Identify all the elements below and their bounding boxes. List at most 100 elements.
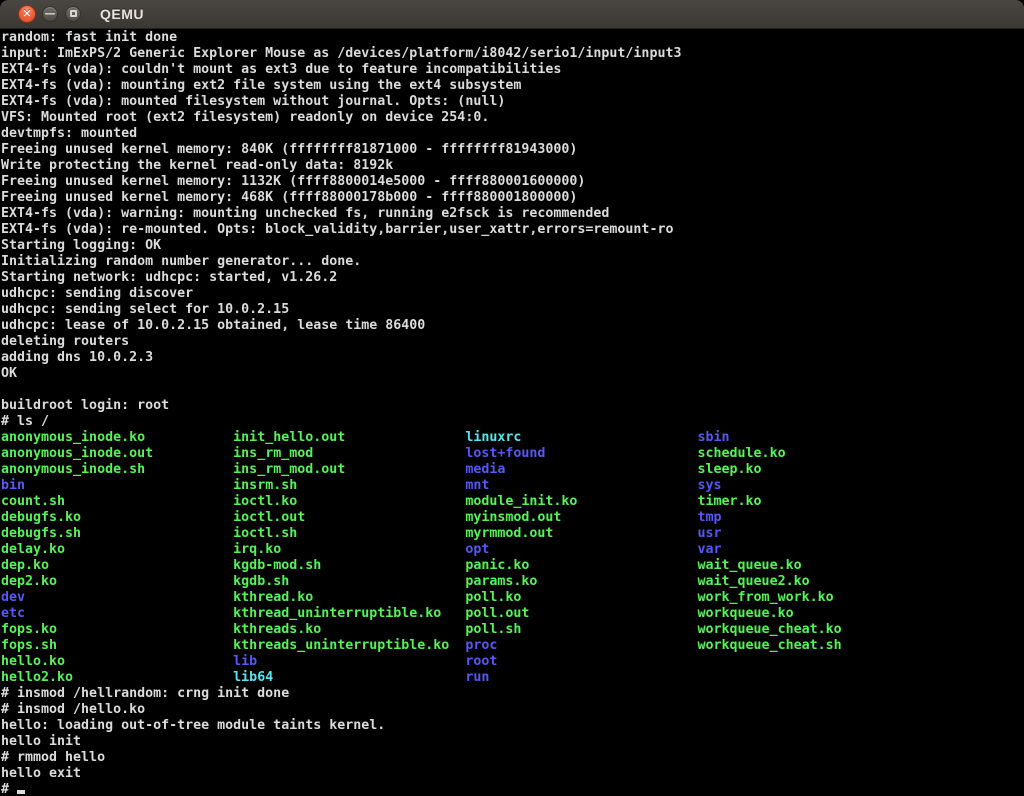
terminal-line: hello.ko lib root bbox=[1, 654, 1024, 670]
file-name: kthread.ko bbox=[233, 590, 465, 605]
file-name: schedule.ko bbox=[698, 446, 786, 461]
terminal-text: Freeing unused kernel memory: 840K (ffff… bbox=[1, 142, 577, 157]
terminal-line: Write protecting the kernel read-only da… bbox=[1, 158, 1024, 174]
file-name: usr bbox=[698, 526, 722, 541]
terminal-line: # ls / bbox=[1, 414, 1024, 430]
terminal-text: input: ImExPS/2 Generic Explorer Mouse a… bbox=[1, 46, 681, 61]
terminal-text: EXT4-fs (vda): re-mounted. Opts: block_v… bbox=[1, 222, 673, 237]
maximize-button[interactable] bbox=[65, 6, 81, 22]
file-name: sys bbox=[698, 478, 722, 493]
terminal-line: Starting network: udhcpc: started, v1.26… bbox=[1, 270, 1024, 286]
close-button[interactable]: ✕ bbox=[18, 5, 36, 23]
terminal-line: hello2.ko lib64 run bbox=[1, 670, 1024, 686]
terminal-line: hello: loading out-of-tree module taints… bbox=[1, 718, 1024, 734]
terminal-line: debugfs.sh ioctl.sh myrmmod.out usr bbox=[1, 526, 1024, 542]
terminal-line: count.sh ioctl.ko module_init.ko timer.k… bbox=[1, 494, 1024, 510]
terminal-line: udhcpc: sending select for 10.0.2.15 bbox=[1, 302, 1024, 318]
file-name: opt bbox=[465, 542, 697, 557]
terminal-text: # ls / bbox=[1, 414, 49, 429]
terminal-line: adding dns 10.0.2.3 bbox=[1, 350, 1024, 366]
file-name: panic.ko bbox=[465, 558, 697, 573]
file-name: kgdb.sh bbox=[233, 574, 465, 589]
terminal-text: udhcpc: sending discover bbox=[1, 286, 193, 301]
terminal-text: random: fast init done bbox=[1, 30, 177, 45]
file-name: anonymous_inode.ko bbox=[1, 430, 233, 445]
file-name: workqueue_cheat.ko bbox=[698, 622, 842, 637]
file-name: lost+found bbox=[465, 446, 697, 461]
file-name: anonymous_inode.sh bbox=[1, 462, 233, 477]
file-name: workqueue_cheat.sh bbox=[698, 638, 842, 653]
file-name: tmp bbox=[698, 510, 722, 525]
file-name: count.sh bbox=[1, 494, 233, 509]
terminal-line: udhcpc: lease of 10.0.2.15 obtained, lea… bbox=[1, 318, 1024, 334]
file-name: irq.ko bbox=[233, 542, 465, 557]
file-name: var bbox=[698, 542, 722, 557]
file-name: sleep.ko bbox=[698, 462, 762, 477]
terminal-line: EXT4-fs (vda): mounted filesystem withou… bbox=[1, 94, 1024, 110]
terminal-line: fops.sh kthreads_uninterruptible.ko proc… bbox=[1, 638, 1024, 654]
terminal-line: input: ImExPS/2 Generic Explorer Mouse a… bbox=[1, 46, 1024, 62]
qemu-window: ✕ — QEMU random: fast init doneinput: Im… bbox=[0, 0, 1024, 796]
terminal-line: hello exit bbox=[1, 766, 1024, 782]
terminal-line: debugfs.ko ioctl.out myinsmod.out tmp bbox=[1, 510, 1024, 526]
file-name: kthread_uninterruptible.ko bbox=[233, 606, 465, 621]
file-name: poll.out bbox=[465, 606, 697, 621]
close-icon: ✕ bbox=[22, 7, 31, 20]
terminal-line: dev kthread.ko poll.ko work_from_work.ko bbox=[1, 590, 1024, 606]
file-name: debugfs.ko bbox=[1, 510, 233, 525]
terminal-line: EXT4-fs (vda): mounting ext2 file system… bbox=[1, 78, 1024, 94]
terminal-cursor bbox=[17, 790, 25, 794]
file-name: root bbox=[465, 654, 497, 669]
terminal-text: EXT4-fs (vda): mounting ext2 file system… bbox=[1, 78, 521, 93]
terminal-text: # rmmod hello bbox=[1, 750, 105, 765]
terminal-text: OK bbox=[1, 366, 17, 381]
terminal-line: OK bbox=[1, 366, 1024, 382]
file-name: kthreads.ko bbox=[233, 622, 465, 637]
file-name: myrmmod.out bbox=[465, 526, 697, 541]
terminal-text: hello init bbox=[1, 734, 81, 749]
terminal-text: udhcpc: sending select for 10.0.2.15 bbox=[1, 302, 289, 317]
terminal-line: Initializing random number generator... … bbox=[1, 254, 1024, 270]
terminal-line: fops.ko kthreads.ko poll.sh workqueue_ch… bbox=[1, 622, 1024, 638]
file-name: lib bbox=[233, 654, 465, 669]
file-name: dep2.ko bbox=[1, 574, 233, 589]
terminal-line: anonymous_inode.sh ins_rm_mod.out media … bbox=[1, 462, 1024, 478]
terminal-line: deleting routers bbox=[1, 334, 1024, 350]
file-name: anonymous_inode.out bbox=[1, 446, 233, 461]
file-name: dev bbox=[1, 590, 233, 605]
terminal-line: random: fast init done bbox=[1, 30, 1024, 46]
file-name: params.ko bbox=[465, 574, 697, 589]
file-name: fops.sh bbox=[1, 638, 233, 653]
file-name: linuxrc bbox=[465, 430, 697, 445]
terminal-text: Starting logging: OK bbox=[1, 238, 161, 253]
terminal-line: # insmod /hellrandom: crng init done bbox=[1, 686, 1024, 702]
terminal-line: anonymous_inode.ko init_hello.out linuxr… bbox=[1, 430, 1024, 446]
terminal-line: bin insrm.sh mnt sys bbox=[1, 478, 1024, 494]
terminal-line: delay.ko irq.ko opt var bbox=[1, 542, 1024, 558]
file-name: lib64 bbox=[233, 670, 465, 685]
terminal-line: Freeing unused kernel memory: 840K (ffff… bbox=[1, 142, 1024, 158]
terminal-text: Write protecting the kernel read-only da… bbox=[1, 158, 393, 173]
file-name: wait_queue2.ko bbox=[698, 574, 810, 589]
terminal-line: VFS: Mounted root (ext2 filesystem) read… bbox=[1, 110, 1024, 126]
minimize-button[interactable]: — bbox=[42, 6, 58, 22]
file-name: sbin bbox=[698, 430, 730, 445]
file-name: ioctl.ko bbox=[233, 494, 465, 509]
file-name: insrm.sh bbox=[233, 478, 465, 493]
terminal-text: Freeing unused kernel memory: 1132K (fff… bbox=[1, 174, 585, 189]
terminal-line: hello init bbox=[1, 734, 1024, 750]
file-name: work_from_work.ko bbox=[698, 590, 834, 605]
terminal-text: udhcpc: lease of 10.0.2.15 obtained, lea… bbox=[1, 318, 425, 333]
terminal-line bbox=[1, 382, 1024, 398]
maximize-icon bbox=[70, 10, 77, 17]
file-name: wait_queue.ko bbox=[698, 558, 802, 573]
titlebar[interactable]: ✕ — QEMU bbox=[0, 0, 1024, 29]
terminal-text: EXT4-fs (vda): mounted filesystem withou… bbox=[1, 94, 505, 109]
terminal-screen[interactable]: random: fast init doneinput: ImExPS/2 Ge… bbox=[0, 29, 1024, 796]
file-name: workqueue.ko bbox=[698, 606, 794, 621]
file-name: init_hello.out bbox=[233, 430, 465, 445]
file-name: debugfs.sh bbox=[1, 526, 233, 541]
file-name: run bbox=[465, 670, 489, 685]
terminal-text: Starting network: udhcpc: started, v1.26… bbox=[1, 270, 337, 285]
terminal-text: buildroot login: root bbox=[1, 398, 169, 413]
